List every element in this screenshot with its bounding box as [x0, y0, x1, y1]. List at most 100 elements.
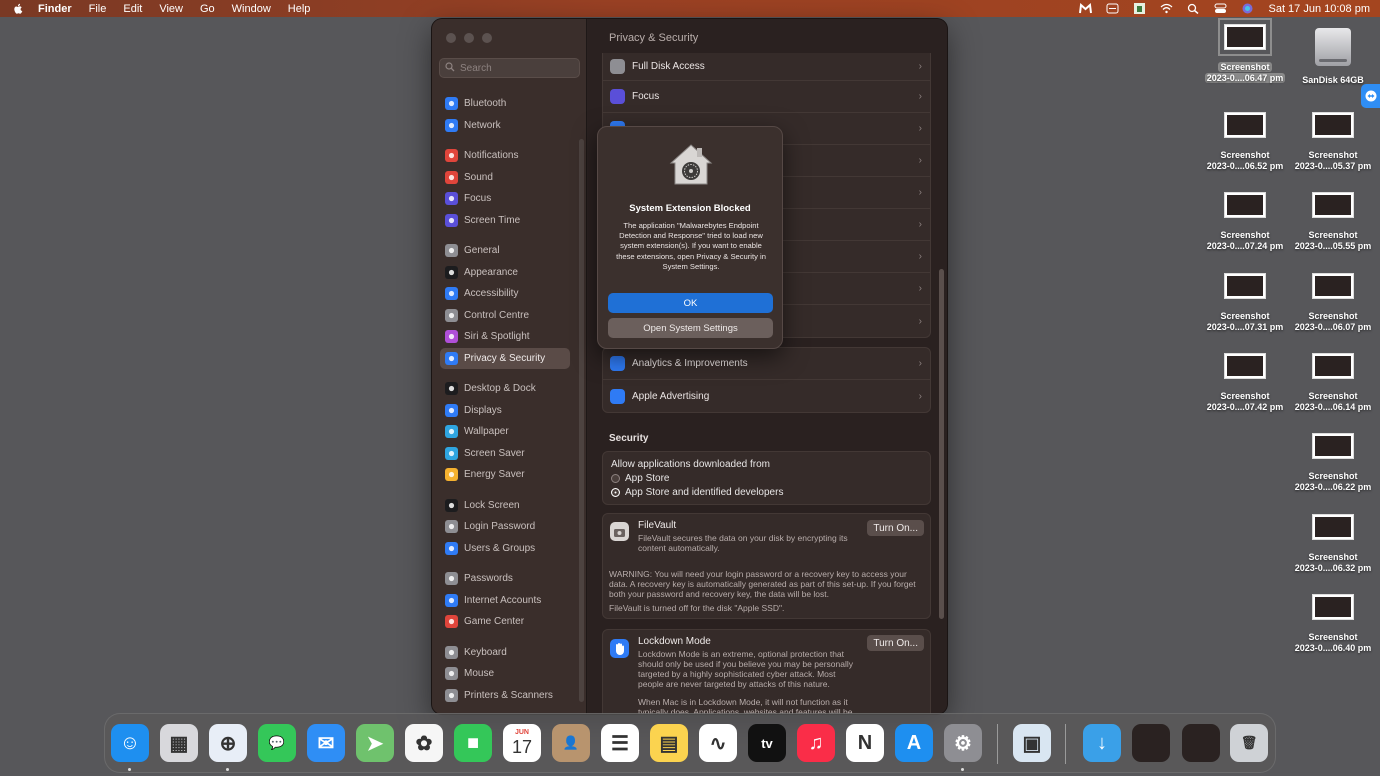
facetime-icon[interactable]: ■: [454, 724, 492, 762]
open-system-settings-button[interactable]: Open System Settings: [608, 318, 773, 338]
sidebar-item-label: Bluetooth: [464, 98, 507, 110]
freeform-icon[interactable]: ∿: [699, 724, 737, 762]
screenshot-file-icon[interactable]: Screenshot 2023-0....06.07 pm: [1288, 273, 1378, 333]
screenshot-file-icon[interactable]: Screenshot 2023-0....07.31 pm: [1200, 273, 1290, 333]
sidebar-item-mouse[interactable]: Mouse: [440, 663, 570, 685]
trash-icon[interactable]: 🗑: [1230, 724, 1268, 762]
siri-icon[interactable]: [1241, 3, 1254, 14]
sidebar-item-notifications[interactable]: Notifications: [440, 145, 570, 167]
radio-button[interactable]: [611, 474, 620, 483]
recent-screenshot-icon[interactable]: [1182, 724, 1220, 762]
safari-icon[interactable]: ⊕: [209, 724, 247, 762]
radio-app-store[interactable]: App Store: [611, 473, 922, 484]
sidebar-item-screen-saver[interactable]: Screen Saver: [440, 443, 570, 465]
privacy-row[interactable]: Apple Advertising ›: [603, 380, 930, 412]
sidebar-scrollbar[interactable]: [579, 139, 584, 702]
downloads-folder-icon[interactable]: ↓: [1083, 724, 1121, 762]
preview-icon[interactable]: ▣: [1013, 724, 1051, 762]
moon-icon: [445, 192, 458, 206]
photos-icon[interactable]: ✿: [405, 724, 443, 762]
mail-icon[interactable]: ✉: [307, 724, 345, 762]
sidebar-item-bluetooth[interactable]: Bluetooth: [440, 93, 570, 115]
screenshot-file-icon[interactable]: Screenshot 2023-0....07.42 pm: [1200, 353, 1290, 413]
zoom-window-button[interactable]: [482, 33, 492, 43]
wifi-icon[interactable]: [1160, 3, 1173, 14]
sidebar-item-focus[interactable]: Focus: [440, 188, 570, 210]
sidebar-item-energy-saver[interactable]: Energy Saver: [440, 464, 570, 486]
sidebar-item-appearance[interactable]: Appearance: [440, 262, 570, 284]
sidebar-item-login-password[interactable]: Login Password: [440, 516, 570, 538]
sidebar-item-siri-spotlight[interactable]: Siri & Spotlight: [440, 326, 570, 348]
sidebar-item-lock-screen[interactable]: Lock Screen: [440, 495, 570, 517]
calendar-icon[interactable]: JUN 17: [503, 724, 541, 762]
sidebar-item-privacy-security[interactable]: Privacy & Security: [440, 347, 570, 369]
minimize-window-button[interactable]: [464, 33, 474, 43]
music-icon[interactable]: ♫: [797, 724, 835, 762]
sidebar-item-sound[interactable]: Sound: [440, 167, 570, 189]
menu-app-name[interactable]: Finder: [38, 3, 72, 15]
apple-menu-icon[interactable]: [13, 3, 25, 15]
sidebar-item-control-centre[interactable]: Control Centre: [440, 305, 570, 327]
menu-edit[interactable]: Edit: [123, 3, 142, 15]
privacy-row[interactable]: Analytics & Improvements ›: [603, 348, 930, 380]
privacy-row[interactable]: Full Disk Access ›: [603, 53, 930, 81]
file-name-line2: 2023-0....06.22 pm: [1294, 482, 1372, 492]
menu-go[interactable]: Go: [200, 3, 215, 15]
system-settings-icon[interactable]: ⚙: [944, 724, 982, 762]
sidebar-item-wallpaper[interactable]: Wallpaper: [440, 421, 570, 443]
spotlight-search-icon[interactable]: [1187, 3, 1200, 15]
contacts-icon[interactable]: 👤: [552, 724, 590, 762]
sidebar-item-network[interactable]: Network: [440, 115, 570, 137]
sidebar-item-printers-scanners[interactable]: Printers & Scanners: [440, 685, 570, 707]
screenshot-file-icon[interactable]: Screenshot 2023-0....06.14 pm: [1288, 353, 1378, 413]
menu-view[interactable]: View: [159, 3, 183, 15]
sidebar-item-desktop-dock[interactable]: Desktop & Dock: [440, 378, 570, 400]
privacy-row[interactable]: Focus ›: [603, 81, 930, 113]
sidebar-item-accessibility[interactable]: Accessibility: [440, 283, 570, 305]
screenshot-file-icon[interactable]: Screenshot 2023-0....06.40 pm: [1288, 594, 1378, 654]
sandisk-drive-icon[interactable]: SanDisk 64GB: [1288, 24, 1378, 86]
sidebar-item-keyboard[interactable]: Keyboard: [440, 642, 570, 664]
screenshot-file-icon[interactable]: Screenshot 2023-0....06.47 pm: [1200, 18, 1290, 84]
ok-button[interactable]: OK: [608, 293, 773, 313]
screenshot-file-icon[interactable]: Screenshot 2023-0....05.37 pm: [1288, 112, 1378, 172]
sidebar-item-general[interactable]: General: [440, 240, 570, 262]
messages-icon[interactable]: 💬: [258, 724, 296, 762]
stack-screenshots-icon[interactable]: [1132, 724, 1170, 762]
settings-search-field[interactable]: Search: [439, 58, 580, 78]
sidebar-item-internet-accounts[interactable]: Internet Accounts: [440, 590, 570, 612]
sidebar-item-screen-time[interactable]: Screen Time: [440, 210, 570, 232]
screenshot-file-icon[interactable]: Screenshot 2023-0....07.24 pm: [1200, 192, 1290, 252]
malwarebytes-menu-icon[interactable]: [1079, 2, 1093, 14]
launchpad-icon[interactable]: ▦: [160, 724, 198, 762]
app-status-menu-icon[interactable]: [1133, 3, 1146, 14]
reminders-icon[interactable]: ☰: [601, 724, 639, 762]
sidebar-item-passwords[interactable]: Passwords: [440, 568, 570, 590]
sidebar-item-displays[interactable]: Displays: [440, 400, 570, 422]
filevault-turn-on-button[interactable]: Turn On...: [867, 520, 924, 536]
lockdown-turn-on-button[interactable]: Turn On...: [867, 635, 924, 651]
news-icon[interactable]: N: [846, 724, 884, 762]
maps-icon[interactable]: ➤: [356, 724, 394, 762]
tv-icon[interactable]: tv: [748, 724, 786, 762]
menu-window[interactable]: Window: [232, 3, 271, 15]
sidebar-item-users-groups[interactable]: Users & Groups: [440, 538, 570, 560]
screenshot-file-icon[interactable]: Screenshot 2023-0....06.22 pm: [1288, 433, 1378, 493]
notes-icon[interactable]: ▤: [650, 724, 688, 762]
screenshot-file-icon[interactable]: Screenshot 2023-0....06.52 pm: [1200, 112, 1290, 172]
app-store-icon[interactable]: A: [895, 724, 933, 762]
menu-file[interactable]: File: [89, 3, 107, 15]
radio-button-selected[interactable]: [611, 488, 620, 497]
teamviewer-menu-icon[interactable]: [1106, 3, 1119, 14]
teamviewer-side-tab[interactable]: [1361, 84, 1380, 108]
close-window-button[interactable]: [446, 33, 456, 43]
radio-app-store-identified[interactable]: App Store and identified developers: [611, 487, 922, 498]
sidebar-item-game-center[interactable]: Game Center: [440, 611, 570, 633]
screenshot-file-icon[interactable]: Screenshot 2023-0....05.55 pm: [1288, 192, 1378, 252]
menu-clock[interactable]: Sat 17 Jun 10:08 pm: [1268, 3, 1370, 15]
finder-icon[interactable]: ☺: [111, 724, 149, 762]
screenshot-file-icon[interactable]: Screenshot 2023-0....06.32 pm: [1288, 514, 1378, 574]
main-scrollbar[interactable]: [939, 269, 944, 619]
menu-help[interactable]: Help: [288, 3, 311, 15]
control-centre-icon[interactable]: [1214, 3, 1227, 14]
